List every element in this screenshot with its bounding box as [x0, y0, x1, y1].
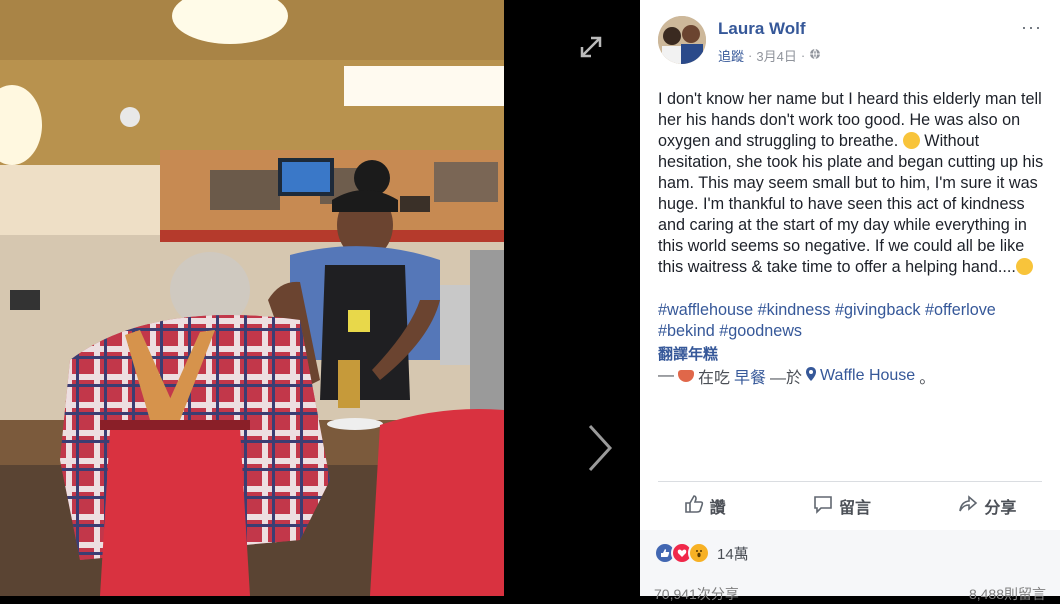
hashtag[interactable]: #givingback — [835, 301, 921, 319]
post-photo[interactable] — [0, 0, 504, 596]
activity-dash: — — [658, 367, 674, 384]
post-panel: Laura Wolf 追蹤 · 3月4日 · ··· I don't know … — [640, 0, 1060, 602]
avatar[interactable] — [658, 16, 706, 64]
comment-button[interactable]: 留言 — [813, 494, 871, 519]
breakfast-icon — [678, 370, 694, 382]
post-text-continued: Without hesitation, she took his plate a… — [658, 132, 1044, 276]
more-options-icon[interactable]: ··· — [1021, 17, 1042, 38]
photo-illustration — [0, 0, 504, 596]
globe-icon — [809, 48, 821, 63]
comments-count[interactable]: 8,488則留言 — [969, 584, 1046, 604]
reaction-summary[interactable]: 14萬 — [654, 542, 749, 564]
hashtag[interactable]: #bekind — [658, 322, 715, 340]
activity-eating-label: 在吃 — [698, 370, 731, 387]
hugging-face-emoji-icon — [1015, 258, 1033, 275]
reaction-count[interactable]: 14萬 — [717, 543, 749, 564]
comment-icon — [813, 494, 833, 519]
share-label: 分享 — [984, 500, 1017, 517]
hashtag[interactable]: #wafflehouse — [658, 301, 753, 319]
meta-dot: · — [800, 48, 806, 63]
activity-line: — 在吃 早餐 —於 Waffle House 。 — [658, 364, 935, 388]
post-text: I don't know her name but I heard this e… — [658, 89, 1050, 278]
activity-suffix: 。 — [919, 370, 936, 387]
post-text-main: I don't know her name but I heard this e… — [658, 90, 1042, 150]
comment-label: 留言 — [838, 500, 871, 517]
translate-link[interactable]: 翻譯年糕 — [658, 343, 718, 364]
hashtag[interactable]: #goodnews — [719, 322, 802, 340]
like-label: 讚 — [709, 500, 726, 517]
activity-meal-link[interactable]: 早餐 — [734, 364, 766, 388]
next-photo-chevron-icon[interactable] — [582, 420, 616, 476]
activity-at-label: —於 — [770, 370, 803, 387]
post-footer: 14萬 70,941次分享 8,488則留言 — [640, 530, 1060, 602]
post-meta: 追蹤 · 3月4日 · — [718, 46, 821, 65]
post-author[interactable]: Laura Wolf — [718, 19, 806, 39]
share-button[interactable]: 分享 — [958, 494, 1016, 519]
divider — [658, 481, 1042, 482]
follow-link[interactable]: 追蹤 — [718, 46, 744, 65]
shares-count[interactable]: 70,941次分享 — [654, 584, 739, 604]
meta-dot: · — [748, 48, 753, 63]
action-bar: 讚 留言 分享 — [640, 488, 1060, 524]
wow-reaction-icon — [688, 542, 710, 564]
location-pin-icon — [806, 366, 817, 386]
photo-viewer — [0, 0, 640, 596]
hashtag[interactable]: #kindness — [758, 301, 831, 319]
post-date[interactable]: 3月4日 — [756, 46, 796, 65]
like-button[interactable]: 讚 — [684, 494, 726, 519]
share-icon — [958, 494, 978, 519]
hashtag[interactable]: #offerlove — [925, 301, 996, 319]
location-link[interactable]: Waffle House — [820, 367, 915, 385]
thumbs-up-icon — [684, 494, 704, 519]
expand-icon[interactable] — [576, 32, 606, 62]
hashtag-list: #wafflehouse #kindness #givingback #offe… — [658, 300, 1050, 342]
relieved-face-emoji-icon — [902, 132, 920, 149]
